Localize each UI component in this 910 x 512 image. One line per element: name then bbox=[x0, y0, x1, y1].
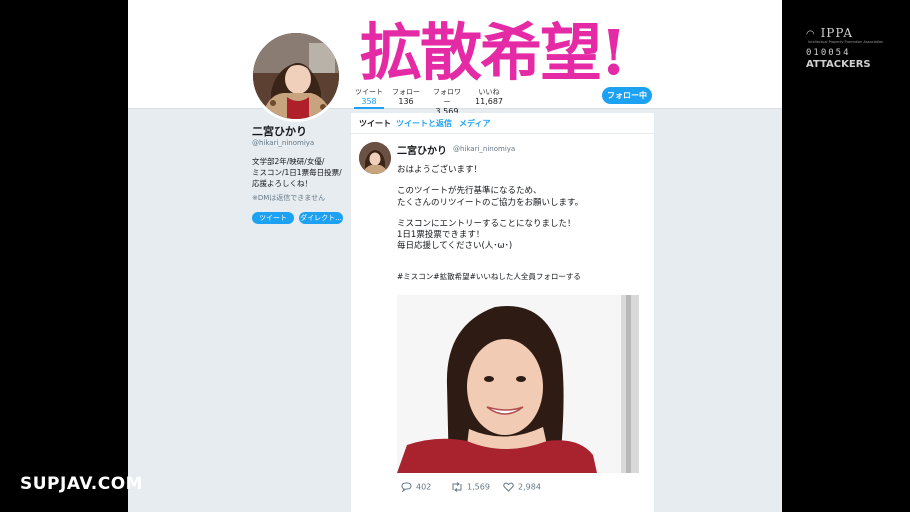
tweet-line: ミスコンにエントリーすることになりました！ bbox=[397, 218, 576, 229]
stat-label: フォロワー bbox=[433, 88, 461, 106]
retweet-icon bbox=[452, 482, 462, 492]
twitter-screen: 拡散希望! ツイート 358 フォロー 136 フォロワー 3,569 いいね … bbox=[128, 0, 782, 512]
stat-tweets[interactable]: ツイート 358 bbox=[354, 87, 384, 109]
like-count: 2,984 bbox=[518, 482, 541, 492]
tab-tweets-replies[interactable]: ツイートと返信 bbox=[396, 118, 452, 129]
bio-line: ミスコン/1日1票毎日投票/ bbox=[252, 168, 342, 177]
stat-likes[interactable]: いいね 11,687 bbox=[474, 87, 504, 106]
bio-line: 応援よろしくね！ bbox=[252, 179, 312, 188]
profile-nav: ツイート 358 フォロー 136 フォロワー 3,569 いいね 11,687 bbox=[128, 84, 782, 116]
stat-label: いいね bbox=[478, 88, 500, 96]
retweet-action[interactable]: 1,569 bbox=[451, 482, 490, 492]
reply-action[interactable]: 402 bbox=[401, 482, 432, 493]
stat-value: 136 bbox=[398, 97, 414, 106]
stat-value: 11,687 bbox=[475, 97, 503, 106]
timeline-tabs: ツイート ツイートと返信 メディア bbox=[351, 113, 654, 134]
tweet-photo-image bbox=[397, 295, 639, 473]
studio-maker: ATTACKERS bbox=[806, 59, 871, 70]
profile-handle: @hikari_ninomiya bbox=[252, 139, 315, 147]
tab-tweets[interactable]: ツイート bbox=[359, 118, 391, 129]
profile-avatar[interactable] bbox=[250, 30, 342, 122]
profile-name: 二宮ひかり bbox=[252, 125, 307, 138]
stat-label: ツイート bbox=[355, 88, 383, 96]
tab-media[interactable]: メディア bbox=[459, 118, 490, 129]
tweet-to-button[interactable]: ツイート bbox=[252, 212, 294, 224]
bio-line: 文学部2年/映研/女優/ bbox=[252, 157, 325, 166]
tweet-line: おはようございます！ bbox=[397, 165, 483, 175]
like-action[interactable]: 2,984 bbox=[503, 482, 541, 492]
tweet-text: おはようございます！ このツイートが先行基準になるため、 たくさんのリツイートのご… bbox=[397, 165, 647, 263]
tweet-line: 毎日応援してください(人･ω･) bbox=[397, 241, 513, 252]
avatar-photo bbox=[253, 33, 339, 119]
stat-following[interactable]: フォロー 136 bbox=[392, 87, 420, 106]
timeline: ツイート ツイートと返信 メディア 二宮ひかり @hikari_ninomiya… bbox=[351, 113, 654, 512]
banner-title: 拡散希望! bbox=[360, 16, 627, 89]
stat-followers[interactable]: フォロワー 3,569 bbox=[430, 87, 464, 116]
stat-value: 358 bbox=[361, 97, 377, 106]
profile-bio: 文学部2年/映研/女優/ ミスコン/1日1票毎日投票/ 応援よろしくね！ bbox=[252, 156, 348, 189]
stat-label: フォロー bbox=[392, 88, 420, 96]
following-button[interactable]: フォロー中 bbox=[602, 87, 652, 104]
ippa-brand: IPPA bbox=[820, 26, 854, 40]
studio-logo: ◠ IPPA Intellectual Property Promotion A… bbox=[806, 26, 883, 70]
tweet-line: このツイートが先行基準になるため、 bbox=[397, 186, 542, 197]
ippa-mark: ◠ IPPA bbox=[806, 26, 854, 40]
direct-message-button[interactable]: ダイレクト... bbox=[299, 212, 343, 224]
tweet-line: たくさんのリツイートのご協力をお願いします。 bbox=[397, 197, 584, 208]
ippa-subtitle: Intellectual Property Promotion Associat… bbox=[808, 40, 884, 44]
profile-header-banner: 拡散希望! bbox=[128, 0, 782, 89]
studio-code: 010054 bbox=[806, 48, 851, 58]
heart-icon bbox=[503, 482, 514, 492]
tweet-author-handle[interactable]: @hikari_ninomiya bbox=[453, 145, 515, 153]
site-watermark: SUPJAV.COM bbox=[20, 474, 144, 494]
retweet-count: 1,569 bbox=[467, 482, 490, 492]
reply-count: 402 bbox=[416, 482, 432, 492]
tweet-photo[interactable] bbox=[397, 295, 639, 473]
dm-note: ※DMは返信できません bbox=[252, 194, 326, 202]
tweet-line: 1日1票投票できます！ bbox=[397, 230, 485, 241]
tweet-avatar-photo bbox=[359, 142, 391, 174]
reply-icon bbox=[401, 482, 412, 493]
tweet-avatar[interactable] bbox=[359, 142, 391, 174]
tweet-author-name[interactable]: 二宮ひかり bbox=[397, 142, 447, 157]
tweet-hashtags[interactable]: #ミスコン#拡散希望#いいねした人全員フォローする bbox=[397, 271, 581, 282]
